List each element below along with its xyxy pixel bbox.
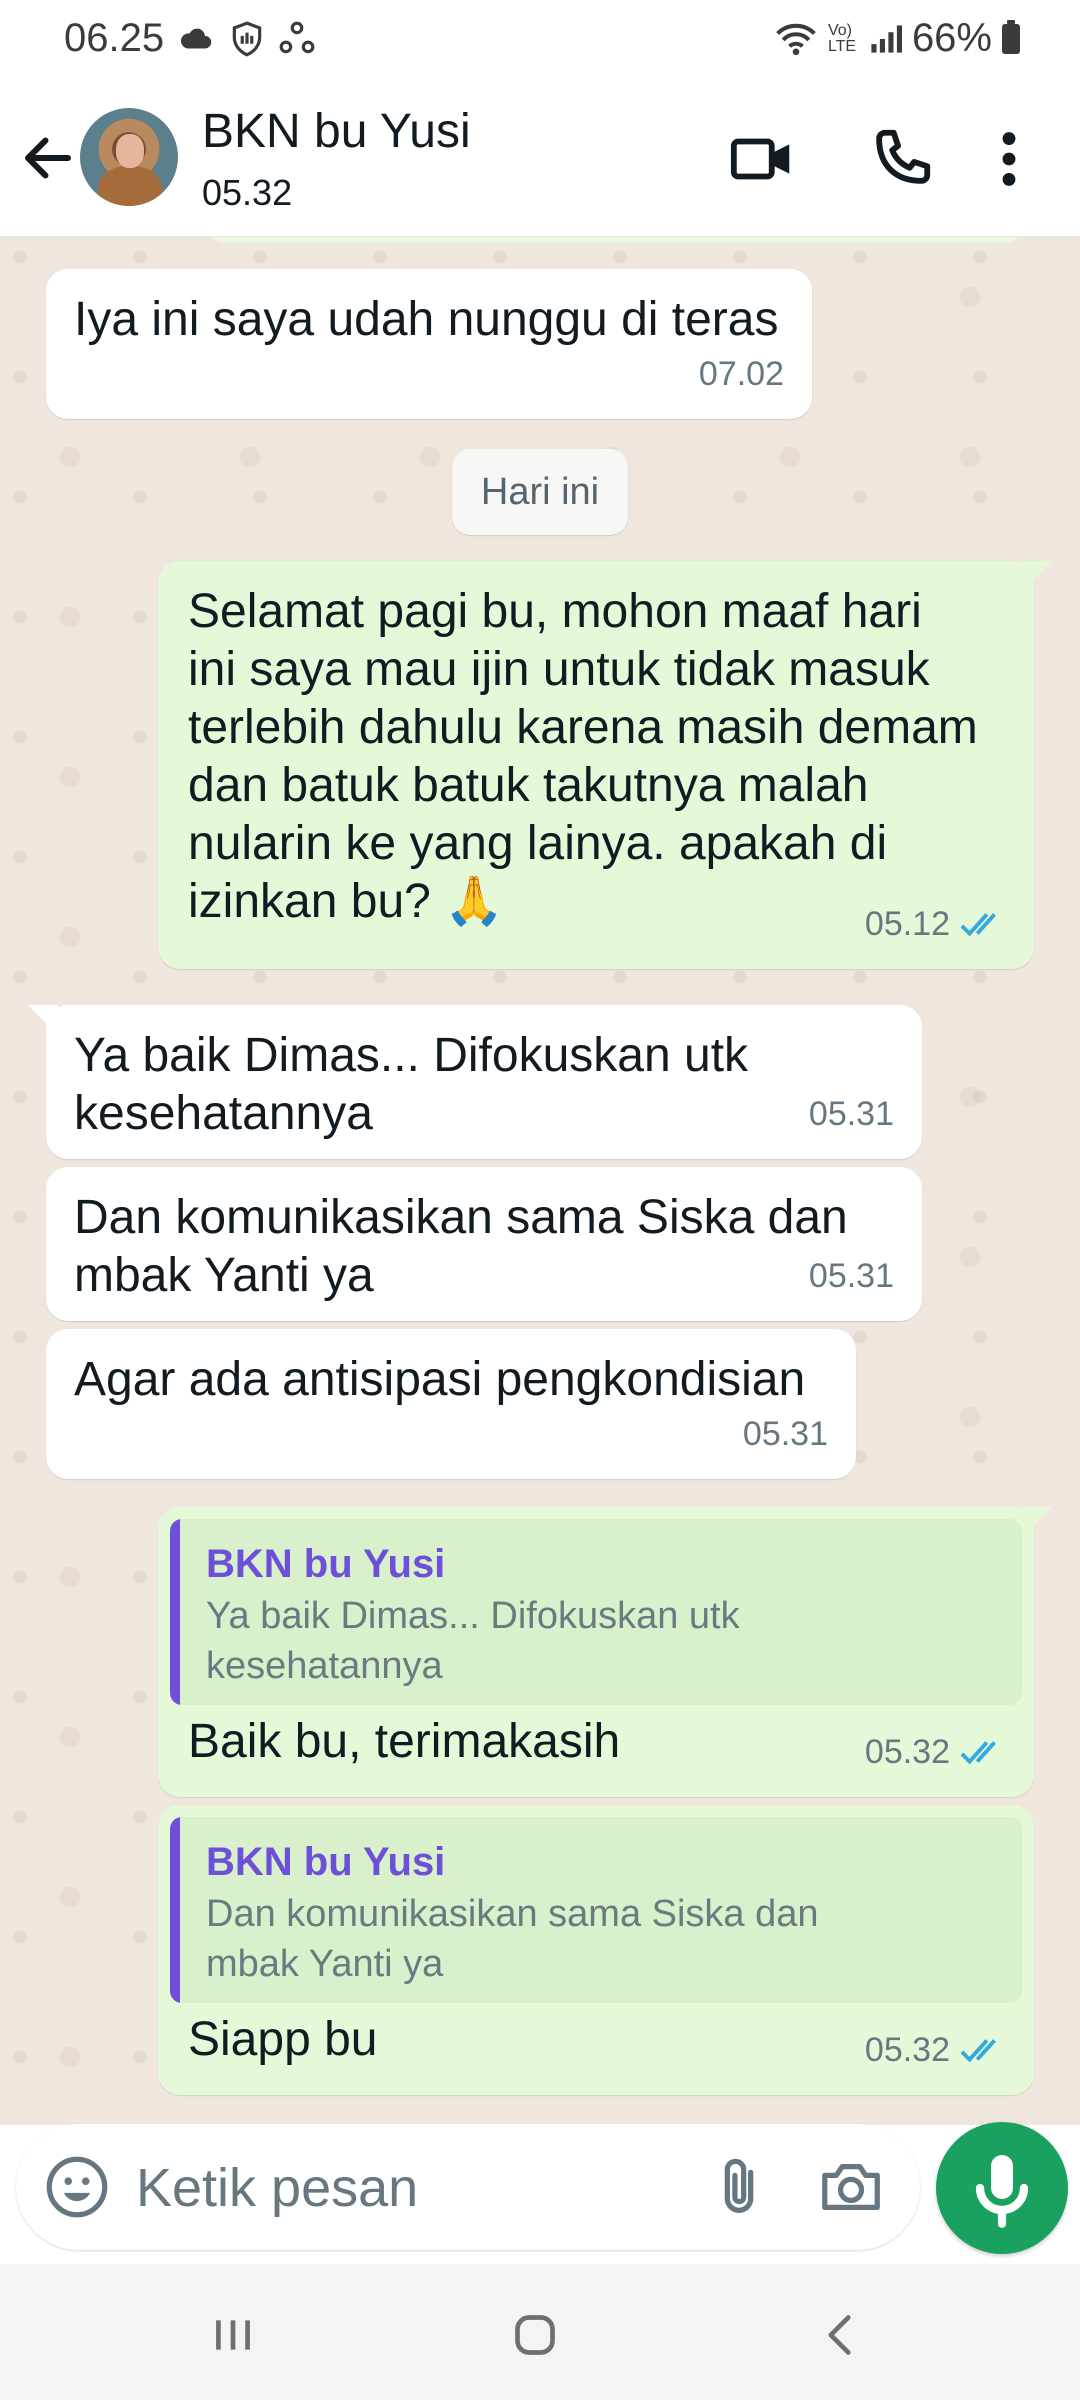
- home-icon: [515, 2315, 555, 2355]
- contact-name[interactable]: BKN bu Yusi: [202, 104, 471, 159]
- wifi-icon: [774, 20, 818, 58]
- read-ticks-icon: [960, 913, 996, 937]
- more-options-button[interactable]: [984, 124, 1034, 194]
- avatar[interactable]: [80, 108, 178, 206]
- paperclip-icon: [724, 2158, 754, 2213]
- message-text: Agar ada antisipasi pengkondisian: [74, 1353, 806, 1406]
- incoming-message[interactable]: Agar ada antisipasi pengkondisian 05.31: [46, 1329, 856, 1479]
- emoji-icon: [46, 2156, 108, 2218]
- chevron-left-icon: [828, 2315, 851, 2355]
- message-time: 05.31: [808, 1257, 894, 1295]
- phone-icon: [876, 129, 931, 184]
- system-navigation-bar: [0, 2264, 1080, 2400]
- message-text: Baik bu, terimakasih: [188, 1715, 621, 1768]
- microphone-icon: [975, 2155, 1029, 2228]
- voice-record-button[interactable]: [936, 2122, 1068, 2254]
- battery-icon: [1002, 19, 1020, 54]
- message-time: 05.31: [808, 1095, 894, 1133]
- message-text: Iya ini saya udah nunggu di teras: [74, 293, 779, 346]
- incoming-message[interactable]: Dan komunikasikan sama Siska dan mbak Ya…: [46, 1167, 922, 1321]
- system-back-button[interactable]: [806, 2300, 876, 2370]
- read-ticks-icon: [960, 2039, 996, 2063]
- date-divider: Hari ini: [452, 449, 628, 535]
- message-time: 05.31: [742, 1415, 828, 1453]
- volte-label: Vo) LTE: [827, 21, 857, 55]
- system-status: Vo) LTE 66%: [774, 16, 1020, 61]
- quoted-text: Ya baik Dimas... Difokuskan utk kesehata…: [206, 1595, 740, 1687]
- cloud-icon: [178, 20, 216, 58]
- quoted-message[interactable]: BKN bu Yusi Ya baik Dimas... Difokuskan …: [170, 1519, 1022, 1705]
- message-composer: [16, 2124, 920, 2250]
- last-seen: 05.32: [202, 172, 293, 213]
- notification-icons: [178, 20, 316, 58]
- camera-button[interactable]: [816, 2152, 886, 2222]
- home-button[interactable]: [500, 2300, 570, 2370]
- message-time: 05.32: [864, 2031, 950, 2069]
- status-time: 06.25: [64, 16, 165, 60]
- message-list[interactable]: Iya ini saya udah nunggu di teras 07.02 …: [0, 237, 1080, 2125]
- incoming-message[interactable]: Iya ini saya udah nunggu di teras 07.02: [46, 269, 812, 419]
- message-text: Siapp bu: [188, 2013, 378, 2066]
- outgoing-reply-message[interactable]: BKN bu Yusi Dan komunikasikan sama Siska…: [158, 1805, 1034, 2095]
- message-time: 05.32: [864, 1733, 950, 1771]
- recent-apps-button[interactable]: [198, 2300, 268, 2370]
- message-time: 07.02: [698, 355, 784, 393]
- outgoing-reply-message[interactable]: BKN bu Yusi Ya baik Dimas... Difokuskan …: [158, 1507, 1034, 1797]
- camera-icon: [822, 2163, 880, 2211]
- chat-header: BKN bu Yusi 05.32: [0, 80, 1080, 237]
- quoted-message[interactable]: BKN bu Yusi Dan komunikasikan sama Siska…: [170, 1817, 1022, 2003]
- sync-icon: [278, 20, 316, 58]
- status-bar: 06.25 Vo) LTE 66%: [0, 0, 1080, 80]
- video-call-icon: [730, 138, 790, 180]
- signal-icon: [868, 22, 902, 56]
- hand-shield-icon: [228, 20, 266, 58]
- message-text: Dan komunikasikan sama Siska dan mbak Ya…: [74, 1191, 848, 1302]
- message-text: Ya baik Dimas... Difokuskan utk kesehata…: [74, 1029, 749, 1140]
- previous-message-edge: [210, 237, 1020, 243]
- quote-accent-bar: [170, 1519, 180, 1705]
- message-time: 05.12: [864, 905, 950, 943]
- emoji-button[interactable]: [42, 2152, 112, 2222]
- back-button[interactable]: [18, 128, 78, 188]
- outgoing-message[interactable]: Selamat pagi bu, mohon maaf hari ini say…: [158, 561, 1034, 969]
- more-vertical-icon: [1002, 132, 1016, 186]
- battery-level: 66%: [911, 16, 992, 60]
- recent-apps-icon: [216, 2320, 250, 2350]
- attach-button[interactable]: [704, 2152, 774, 2222]
- quoted-text: Dan komunikasikan sama Siska dan mbak Ya…: [206, 1893, 819, 1985]
- back-arrow-icon: [25, 137, 71, 179]
- quoted-sender: BKN bu Yusi: [206, 1840, 446, 1884]
- video-call-button[interactable]: [728, 124, 798, 194]
- message-text: Selamat pagi bu, mohon maaf hari ini say…: [188, 585, 978, 928]
- voice-call-button[interactable]: [866, 124, 936, 194]
- quoted-sender: BKN bu Yusi: [206, 1542, 446, 1586]
- quote-accent-bar: [170, 1817, 180, 2003]
- incoming-message[interactable]: Ya baik Dimas... Difokuskan utk kesehata…: [46, 1005, 922, 1159]
- read-ticks-icon: [960, 1741, 996, 1765]
- message-input[interactable]: [134, 2148, 688, 2228]
